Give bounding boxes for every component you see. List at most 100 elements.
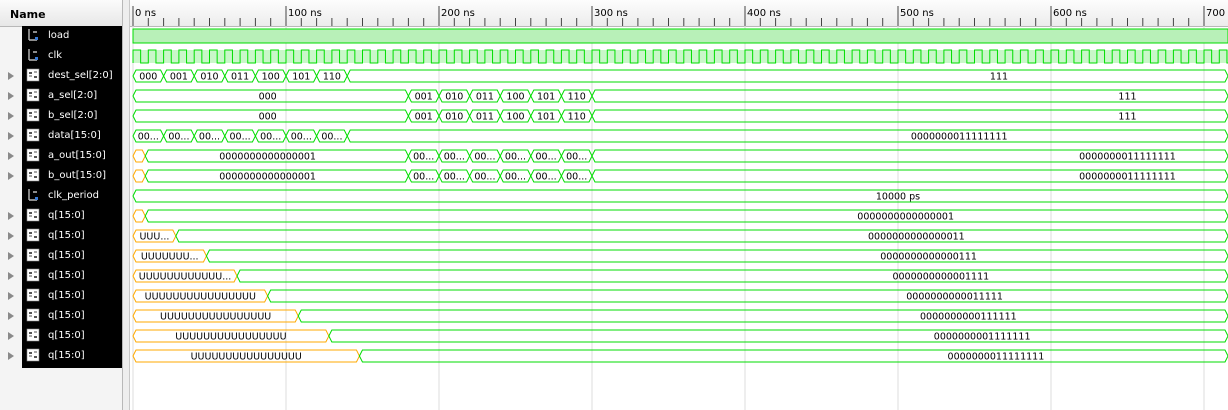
bus-segment[interactable]: [358, 349, 1228, 363]
expand-arrow-icon[interactable]: [8, 172, 14, 180]
expand-arrow-icon[interactable]: [8, 332, 14, 340]
bus-value: 101: [537, 92, 555, 103]
signal-row[interactable]: q[15:0]: [0, 346, 122, 366]
bus-segment[interactable]: [328, 329, 1228, 343]
bus-signal-icon: [26, 308, 40, 322]
expand-arrow-icon[interactable]: [8, 272, 14, 280]
expand-arrow-icon[interactable]: [8, 212, 14, 220]
bus-value: 0000000000000001: [857, 212, 954, 223]
bus-signal-icon: [26, 148, 40, 162]
bus-segment[interactable]: [175, 229, 1228, 243]
expand-arrow-icon[interactable]: [8, 92, 14, 100]
bus-signal-icon: [26, 248, 40, 262]
signal-row[interactable]: load: [0, 26, 122, 46]
bus-segment[interactable]: [236, 269, 1228, 283]
bus-segment[interactable]: [132, 209, 146, 223]
bus-value: 101: [537, 112, 555, 123]
signal-name: a_out[15:0]: [48, 150, 106, 161]
bus-segment[interactable]: [205, 249, 1228, 263]
bus-segment[interactable]: [346, 69, 1228, 83]
expand-arrow-icon[interactable]: [8, 232, 14, 240]
constant-signal-icon: [28, 189, 38, 201]
bus-signal-icon: [26, 208, 40, 222]
signal-row[interactable]: dest_sel[2:0]: [0, 66, 122, 86]
signal-name: clk: [48, 50, 63, 61]
bus-value: 00...: [536, 172, 557, 183]
expand-arrow-icon[interactable]: [8, 132, 14, 140]
bus-value: 00...: [413, 172, 434, 183]
signal-row[interactable]: b_out[15:0]: [0, 166, 122, 186]
bus-value: 00...: [444, 152, 465, 163]
bit-signal-icon: [28, 49, 38, 61]
signal-row[interactable]: q[15:0]: [0, 226, 122, 246]
signal-row[interactable]: a_sel[2:0]: [0, 86, 122, 106]
signal-row[interactable]: q[15:0]: [0, 286, 122, 306]
bus-segment[interactable]: [132, 169, 146, 183]
signal-row[interactable]: data[15:0]: [0, 126, 122, 146]
bus-value: 0000000011111111: [1079, 152, 1176, 163]
bus-segment[interactable]: [132, 149, 146, 163]
signal-row[interactable]: q[15:0]: [0, 326, 122, 346]
bus-value: 00...: [505, 172, 526, 183]
signal-row[interactable]: q[15:0]: [0, 246, 122, 266]
signal-name: load: [48, 30, 70, 41]
bus-value: 110: [323, 72, 341, 83]
bus-value: 00...: [566, 152, 587, 163]
signal-name-panel: Name load clk dest_sel[2:0] a_sel[2:0] b_sel…: [0, 0, 123, 410]
expand-arrow-icon[interactable]: [8, 352, 14, 360]
signal-row[interactable]: q[15:0]: [0, 306, 122, 326]
bus-value: UUUUUUUUUUUU...: [139, 272, 232, 283]
expand-arrow-icon[interactable]: [8, 312, 14, 320]
bus-value: 00...: [566, 172, 587, 183]
signal-row[interactable]: a_out[15:0]: [0, 146, 122, 166]
bus-value: 0000000000000001: [219, 172, 316, 183]
bus-value: 00...: [474, 152, 495, 163]
signal-row[interactable]: q[15:0]: [0, 206, 122, 226]
bus-value: 00...: [474, 172, 495, 183]
bit-signal-icon: [28, 29, 38, 41]
bus-value: 00...: [168, 132, 189, 143]
bus-value: 00...: [505, 152, 526, 163]
bus-value: 00...: [413, 152, 434, 163]
bus-value: 001: [415, 92, 433, 103]
bus-value: 0000000000111111: [920, 312, 1017, 323]
bus-segment[interactable]: [267, 289, 1228, 303]
signal-row[interactable]: clk_period: [0, 186, 122, 206]
bus-signal-icon: [26, 268, 40, 282]
expand-arrow-icon[interactable]: [8, 152, 14, 160]
waveform-canvas: 0 ns 100 ns 200 ns 300 ns 400 ns 500 ns 600 ns…: [132, 6, 1228, 410]
signal-row[interactable]: q[15:0]: [0, 266, 122, 286]
signal-row[interactable]: b_sel[2:0]: [0, 106, 122, 126]
bus-value: 011: [476, 92, 494, 103]
ruler-label: 300 ns: [594, 8, 628, 19]
bus-value: 0000000000000011: [868, 232, 965, 243]
bus-value: 100: [506, 92, 524, 103]
name-column-header[interactable]: Name: [0, 0, 122, 27]
bus-value: 010: [445, 112, 463, 123]
expand-arrow-icon[interactable]: [8, 72, 14, 80]
bus-value: 00...: [199, 132, 220, 143]
signal-name: q[15:0]: [48, 210, 85, 221]
bus-value: 00...: [138, 132, 159, 143]
waveform-area[interactable]: 0 ns 100 ns 200 ns 300 ns 400 ns 500 ns 600 ns…: [130, 0, 1228, 410]
bus-segment[interactable]: [346, 129, 1228, 143]
ruler-label: 100 ns: [288, 8, 322, 19]
bus-segment[interactable]: [132, 189, 1228, 203]
bus-value: 000: [259, 92, 277, 103]
signal-row[interactable]: clk: [0, 46, 122, 66]
expand-arrow-icon[interactable]: [8, 252, 14, 260]
signal-name: q[15:0]: [48, 230, 85, 241]
panel-splitter[interactable]: [123, 0, 130, 410]
bus-value: 111: [1118, 92, 1136, 103]
bus-value: 00...: [260, 132, 281, 143]
bus-segment[interactable]: [144, 209, 1228, 223]
load-wave[interactable]: [132, 28, 1228, 44]
expand-arrow-icon[interactable]: [8, 112, 14, 120]
bus-value: 0000000000011111: [906, 292, 1003, 303]
bus-value: 00...: [536, 152, 557, 163]
bus-segment[interactable]: [297, 309, 1228, 323]
signal-name: q[15:0]: [48, 310, 85, 321]
bus-value: UUUUUUU...: [141, 252, 199, 263]
expand-arrow-icon[interactable]: [8, 292, 14, 300]
bus-value: 10000 ps: [876, 192, 920, 203]
